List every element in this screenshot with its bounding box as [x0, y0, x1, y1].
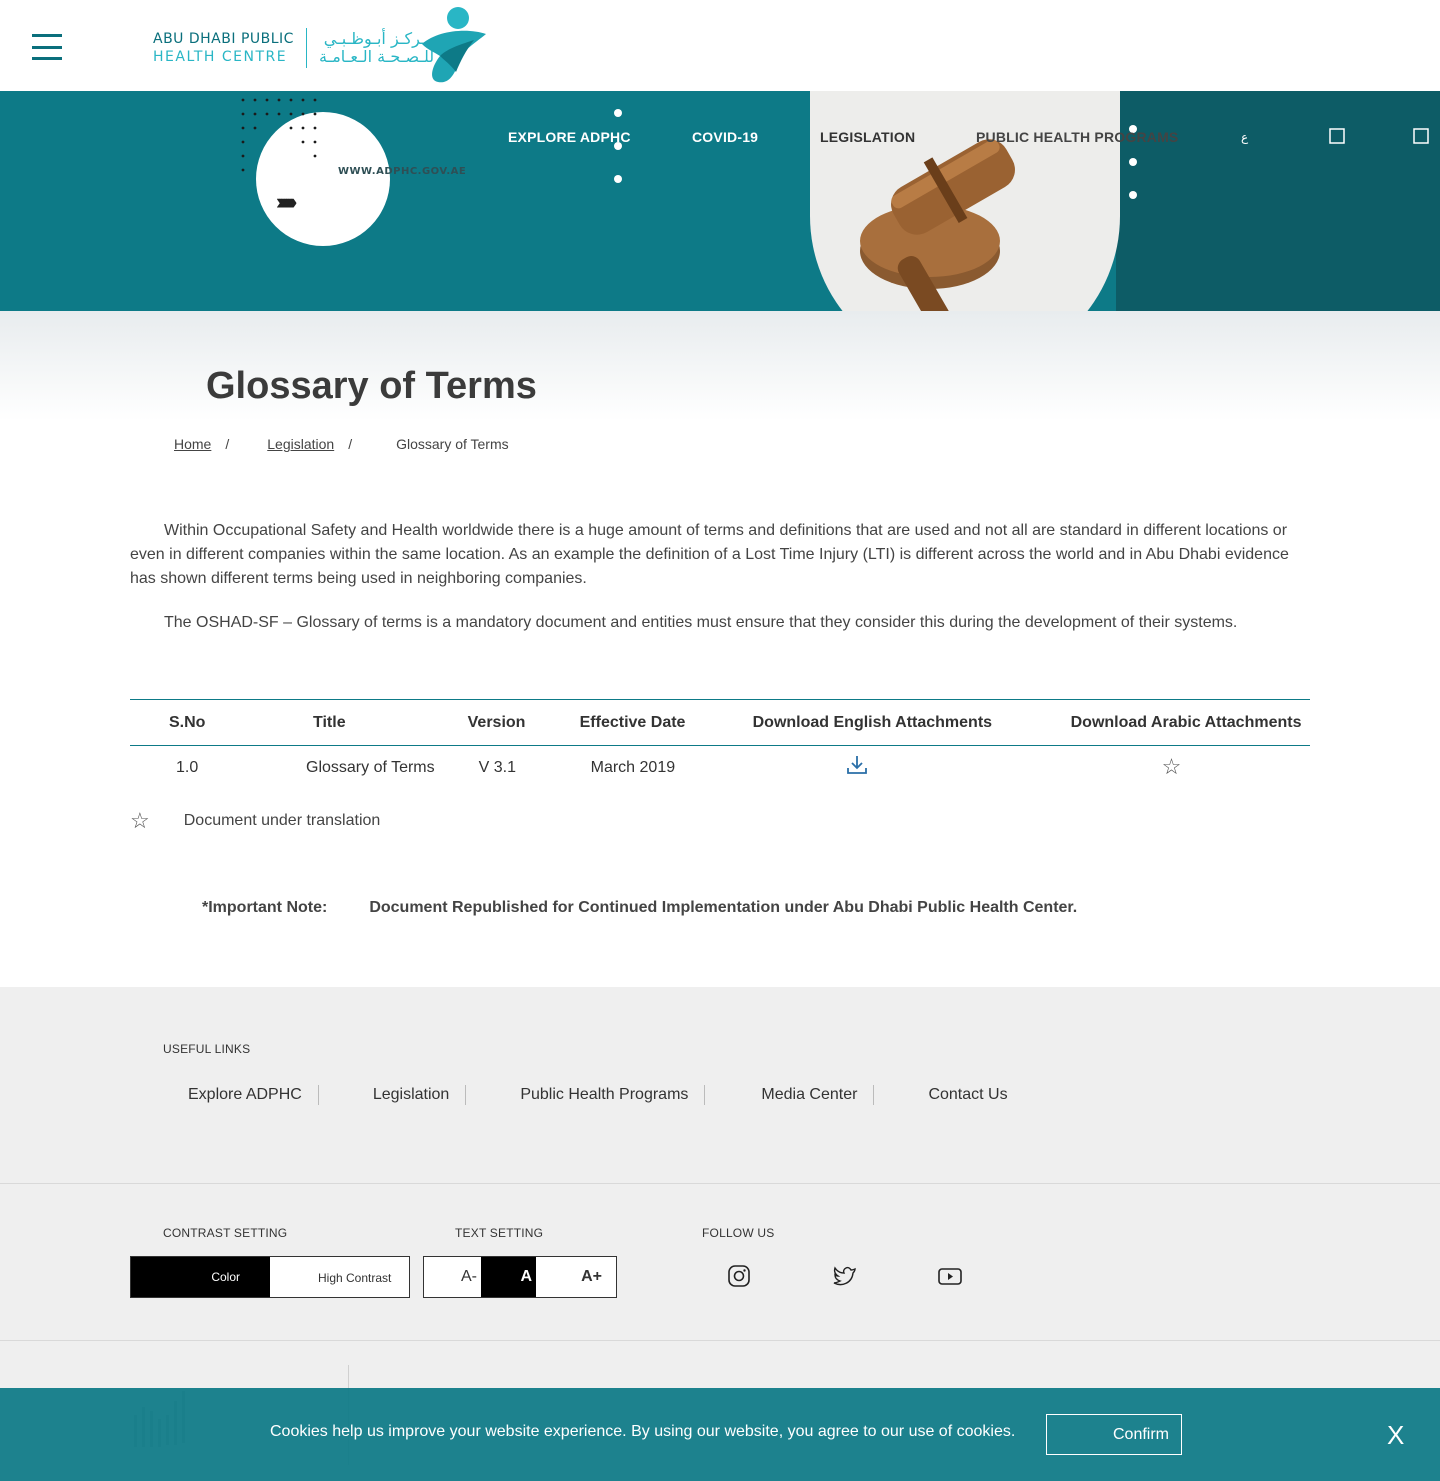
important-note-text: Document Republished for Continued Imple…: [369, 899, 1078, 916]
star-icon: ☆: [1161, 754, 1182, 780]
link-divider: [317, 1085, 319, 1105]
breadcrumb: Home / Legislation / Glossary of Terms: [174, 436, 509, 452]
col-download-english: Download English Attachments: [752, 713, 993, 731]
hamburger-icon[interactable]: [32, 34, 86, 60]
footer-link-media-center[interactable]: Media Center: [761, 1086, 857, 1104]
text-normal-button[interactable]: A: [481, 1257, 536, 1297]
breadcrumb-current: Glossary of Terms: [396, 436, 509, 452]
important-note: *Important Note: Document Republished for…: [202, 899, 1077, 917]
breadcrumb-legislation[interactable]: Legislation: [267, 436, 334, 452]
intro-paragraph-2: The OSHAD-SF – Glossary of terms is a ma…: [164, 614, 1238, 631]
logo-ar-line2: للـصـحـة الـعـامـة: [318, 47, 435, 66]
legend-text: Document under translation: [183, 812, 381, 829]
logo-bar: ABU DHABI PUBLIC HEALTH CENTRE مـركـز أب…: [0, 0, 1440, 91]
cookie-confirm-button[interactable]: Confirm: [1046, 1414, 1182, 1455]
follow-us-heading: FOLLOW US: [702, 1226, 775, 1240]
legend: ☆ Document under translation: [130, 810, 380, 832]
useful-links-heading: USEFUL LINKS: [163, 1042, 251, 1056]
logo-en-line1: ABU DHABI PUBLIC: [153, 31, 294, 47]
cell-download-arabic: ☆: [1038, 746, 1310, 790]
logo-ar-line1: مـركـز أبـوظـبـي: [323, 29, 435, 48]
cookie-message: Cookies help us improve your website exp…: [270, 1423, 1016, 1440]
contrast-high-button[interactable]: High Contrast: [270, 1257, 409, 1297]
instagram-icon[interactable]: [727, 1265, 751, 1287]
accessibility-icon[interactable]: [1412, 127, 1430, 145]
table-header-row: S.No Title Version Effective Date Downlo…: [130, 699, 1310, 746]
col-effective-date: Effective Date: [579, 713, 686, 731]
footer-links: Explore ADPHC Legislation Public Health …: [188, 1085, 1008, 1105]
cell-download-english: [720, 746, 1038, 790]
important-note-label: *Important Note:: [202, 899, 328, 916]
main-navigation: EXPLORE ADPHC COVID-19 LEGISLATION PUBLI…: [0, 91, 1440, 181]
hero-banner: WWW.ADPHC.GOV.AE ››››››› EXPLORE ADPHC C…: [0, 91, 1440, 311]
nav-public-health-programs[interactable]: PUBLIC HEALTH PROGRAMS: [976, 129, 1178, 145]
contrast-setting-heading: CONTRAST SETTING: [163, 1226, 288, 1240]
logo-arabic: مـركـز أبـوظـبـي للـصـحـة الـعـامـة: [319, 30, 434, 66]
cookie-banner: Cookies help us improve your website exp…: [0, 1388, 1440, 1481]
star-icon: ☆: [130, 808, 150, 833]
documents-table: S.No Title Version Effective Date Downlo…: [130, 699, 1310, 790]
table-row: 1.0 Glossary of Terms V 3.1 March 2019 ☆: [130, 746, 1310, 790]
download-icon[interactable]: [846, 754, 868, 776]
twitter-icon[interactable]: [833, 1265, 857, 1287]
contrast-color-label: Color: [211, 1270, 240, 1284]
nav-legislation[interactable]: LEGISLATION: [820, 129, 915, 145]
breadcrumb-separator: /: [225, 436, 230, 452]
footer-divider: [0, 1183, 1440, 1184]
cell-sno: 1.0: [176, 758, 199, 776]
text-setting: A- A A+: [423, 1256, 617, 1298]
col-sno: S.No: [169, 713, 206, 731]
breadcrumb-home[interactable]: Home: [174, 436, 211, 452]
logo-divider: [305, 28, 307, 68]
logo-english: ABU DHABI PUBLIC HEALTH CENTRE: [153, 30, 294, 66]
cookie-close-icon[interactable]: X: [1387, 1420, 1404, 1451]
link-divider: [465, 1085, 467, 1105]
youtube-icon[interactable]: [938, 1265, 962, 1287]
text-decrease-button[interactable]: A-: [424, 1257, 481, 1297]
footer-link-legislation[interactable]: Legislation: [373, 1086, 450, 1104]
cell-version: V 3.1: [478, 758, 516, 776]
link-divider: [704, 1085, 706, 1105]
cell-title: Glossary of Terms: [306, 758, 435, 776]
intro-paragraph-1: Within Occupational Safety and Health wo…: [130, 522, 1289, 587]
footer-link-explore-adphc[interactable]: Explore ADPHC: [188, 1086, 302, 1104]
svg-text:ع: ع: [1241, 130, 1249, 144]
contrast-color-button[interactable]: Color: [131, 1257, 270, 1297]
footer-link-public-health-programs[interactable]: Public Health Programs: [520, 1086, 688, 1104]
contrast-setting: Color High Contrast: [130, 1256, 410, 1298]
logo-en-line2: HEALTH CENTRE: [153, 49, 288, 65]
text-increase-button[interactable]: A+: [536, 1257, 616, 1297]
contrast-high-label: High Contrast: [318, 1271, 392, 1285]
footer-link-contact-us[interactable]: Contact Us: [928, 1086, 1007, 1104]
nav-explore-adphc[interactable]: EXPLORE ADPHC: [508, 129, 631, 145]
cell-effective-date: March 2019: [590, 758, 676, 776]
breadcrumb-separator: /: [348, 436, 353, 452]
logo-mark-icon: [422, 7, 486, 83]
text-setting-heading: TEXT SETTING: [455, 1226, 544, 1240]
col-download-arabic: Download Arabic Attachments: [1070, 713, 1302, 731]
chevrons-icon: ›››››››: [276, 189, 297, 214]
intro-text: Within Occupational Safety and Health wo…: [130, 519, 1310, 655]
link-divider: [873, 1085, 875, 1105]
page-title: Glossary of Terms: [206, 365, 537, 407]
col-title: Title: [313, 713, 346, 731]
language-icon[interactable]: ع: [1240, 127, 1258, 145]
nav-covid-19[interactable]: COVID-19: [692, 129, 758, 145]
search-icon[interactable]: [1328, 127, 1346, 145]
col-version: Version: [467, 713, 526, 731]
footer-divider-bottom: [0, 1340, 1440, 1341]
